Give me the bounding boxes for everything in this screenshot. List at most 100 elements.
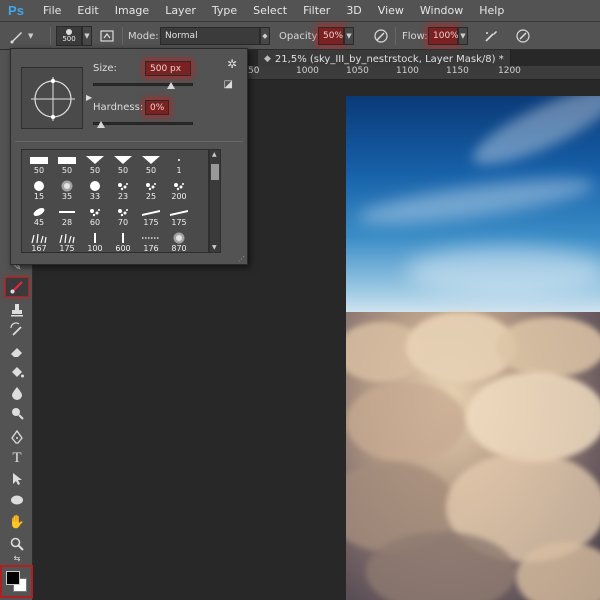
menu-select[interactable]: Select xyxy=(245,0,295,22)
brush-preset[interactable]: 176 xyxy=(138,232,164,253)
menu-help[interactable]: Help xyxy=(471,0,512,22)
pressure-size-button[interactable] xyxy=(512,26,534,46)
brush-preset[interactable]: 35 xyxy=(54,180,80,204)
brush-preset-button[interactable]: 500 ▼ xyxy=(56,26,92,46)
brush-preset[interactable]: 25 xyxy=(138,180,164,204)
ruler-label: 50 xyxy=(248,66,260,76)
brush-preset[interactable]: 23 xyxy=(110,180,136,204)
brush-preset[interactable]: 45 xyxy=(26,206,52,230)
pen-tool[interactable] xyxy=(5,427,29,447)
airbrush-button[interactable] xyxy=(480,26,502,46)
pen-pressure-size-icon xyxy=(512,26,534,46)
size-slider-thumb[interactable] xyxy=(167,82,175,89)
brush-preset[interactable]: 50 xyxy=(110,154,136,178)
brush-preset-size: 870 xyxy=(171,244,187,253)
hardness-slider[interactable] xyxy=(93,122,193,125)
brush-preset[interactable]: 175 xyxy=(166,206,192,230)
size-value[interactable]: 500 px xyxy=(145,61,191,76)
brush-preset[interactable]: 167 xyxy=(26,232,52,252)
pen-pressure-icon xyxy=(370,26,392,46)
photoshop-logo: Ps xyxy=(8,3,24,18)
gear-icon[interactable]: ✲ xyxy=(227,57,237,71)
resize-grip-icon[interactable]: ⋰ xyxy=(238,255,245,263)
hardness-slider-thumb[interactable] xyxy=(97,121,105,128)
brush-preset[interactable]: 50 xyxy=(54,154,80,178)
menu-filter[interactable]: Filter xyxy=(295,0,338,22)
ruler-label: 1150 xyxy=(446,66,469,76)
brush-preset-size: 15 xyxy=(33,192,45,201)
brush-preset[interactable]: 870 xyxy=(166,232,192,253)
hand-tool[interactable]: ✋ xyxy=(5,512,29,532)
menu-image[interactable]: Image xyxy=(107,0,157,22)
brush-preset-size: 176 xyxy=(143,244,159,253)
menu-layer[interactable]: Layer xyxy=(157,0,204,22)
preset-scrollbar[interactable]: ▲ ▼ xyxy=(209,149,221,253)
new-preset-icon[interactable]: ◪ xyxy=(224,79,233,90)
dodge-tool[interactable] xyxy=(5,403,29,423)
opacity-field[interactable]: 50% ▼ xyxy=(318,26,354,46)
ruler-label: 1200 xyxy=(498,66,521,76)
opacity-value[interactable]: 50% xyxy=(318,27,344,45)
brush-preset[interactable]: 28 xyxy=(54,206,80,230)
brush-tip-icon xyxy=(28,232,50,244)
brush-preset-size: 45 xyxy=(33,218,45,227)
menu-type[interactable]: Type xyxy=(204,0,245,22)
brush-preset-picker: ▶ Size: 500 px Hardness: 0% ✲ ◪ 50 50 50 50… xyxy=(10,48,248,265)
brush-tip-icon xyxy=(168,206,190,218)
brush-preset[interactable]: 600 xyxy=(110,232,136,252)
foreground-color-swatch[interactable] xyxy=(6,571,20,585)
zoom-tool[interactable] xyxy=(5,534,29,554)
hardness-value[interactable]: 0% xyxy=(145,100,169,115)
brush-preset[interactable]: 33 xyxy=(82,180,108,204)
menu-3d[interactable]: 3D xyxy=(338,0,369,22)
type-tool[interactable]: T xyxy=(5,448,29,468)
brush-angle-preview[interactable] xyxy=(21,67,83,129)
mode-value: Normal xyxy=(160,27,260,45)
brush-tool[interactable] xyxy=(5,277,29,297)
scroll-up-icon[interactable]: ▲ xyxy=(212,151,217,158)
stamp-tool[interactable] xyxy=(5,300,29,320)
bucket-tool[interactable] xyxy=(5,362,29,382)
flow-value[interactable]: 100% xyxy=(428,27,459,45)
brush-icon xyxy=(6,26,28,46)
brush-preset-size: 175 xyxy=(59,244,75,253)
brush-preset-size: 60 xyxy=(89,218,101,227)
brush-preset-size: 50 xyxy=(33,166,45,175)
brush-preset[interactable]: 200 xyxy=(166,180,192,204)
eraser-tool[interactable] xyxy=(5,341,29,361)
ellipse-tool[interactable] xyxy=(5,490,29,510)
pressure-opacity-button[interactable] xyxy=(370,26,392,46)
brush-preset[interactable]: 15 xyxy=(26,180,52,204)
menu-view[interactable]: View xyxy=(370,0,412,22)
history-brush-tool[interactable] xyxy=(5,320,29,340)
menu-edit[interactable]: Edit xyxy=(69,0,106,22)
brush-preset[interactable]: 70 xyxy=(110,206,136,230)
brush-preset[interactable]: 50 xyxy=(82,154,108,178)
brush-preset[interactable]: 50 xyxy=(138,154,164,178)
flow-field[interactable]: 100% ▼ xyxy=(428,26,468,46)
brush-preset-size: 50 xyxy=(117,166,129,175)
brush-preset[interactable]: 1 xyxy=(166,154,192,178)
brush-preset-grid: 50 50 50 50 50 1 15 35 33 23 25 200 45 28 60 70 175 175 16… xyxy=(21,149,209,253)
blur-tool[interactable] xyxy=(5,383,29,403)
brush-tip-icon xyxy=(84,154,106,166)
horizontal-ruler[interactable]: 50 1000 1050 1100 1150 1200 xyxy=(246,66,600,80)
brush-preset-size: 200 xyxy=(171,192,187,201)
scroll-down-icon[interactable]: ▼ xyxy=(212,244,217,251)
canvas-image[interactable] xyxy=(346,96,600,600)
brush-preset[interactable]: 175 xyxy=(138,206,164,230)
size-slider[interactable] xyxy=(93,83,193,86)
menu-window[interactable]: Window xyxy=(412,0,471,22)
brush-preset[interactable]: 60 xyxy=(82,206,108,230)
brush-preset[interactable]: 100 xyxy=(82,232,108,252)
mode-dropdown[interactable]: Normal ◆ xyxy=(160,26,270,46)
close-icon[interactable]: ◆ xyxy=(264,54,271,64)
brush-preset[interactable]: 175 xyxy=(54,232,80,253)
brush-preset[interactable]: 50 xyxy=(26,154,52,178)
brush-panel-toggle[interactable] xyxy=(96,26,118,46)
tool-preset-picker[interactable]: ▼ xyxy=(6,26,33,46)
swap-colors-button[interactable]: ⇆ xyxy=(5,552,29,564)
path-select-tool[interactable] xyxy=(5,469,29,489)
scroll-thumb[interactable] xyxy=(211,164,219,180)
menu-file[interactable]: File xyxy=(35,0,69,22)
